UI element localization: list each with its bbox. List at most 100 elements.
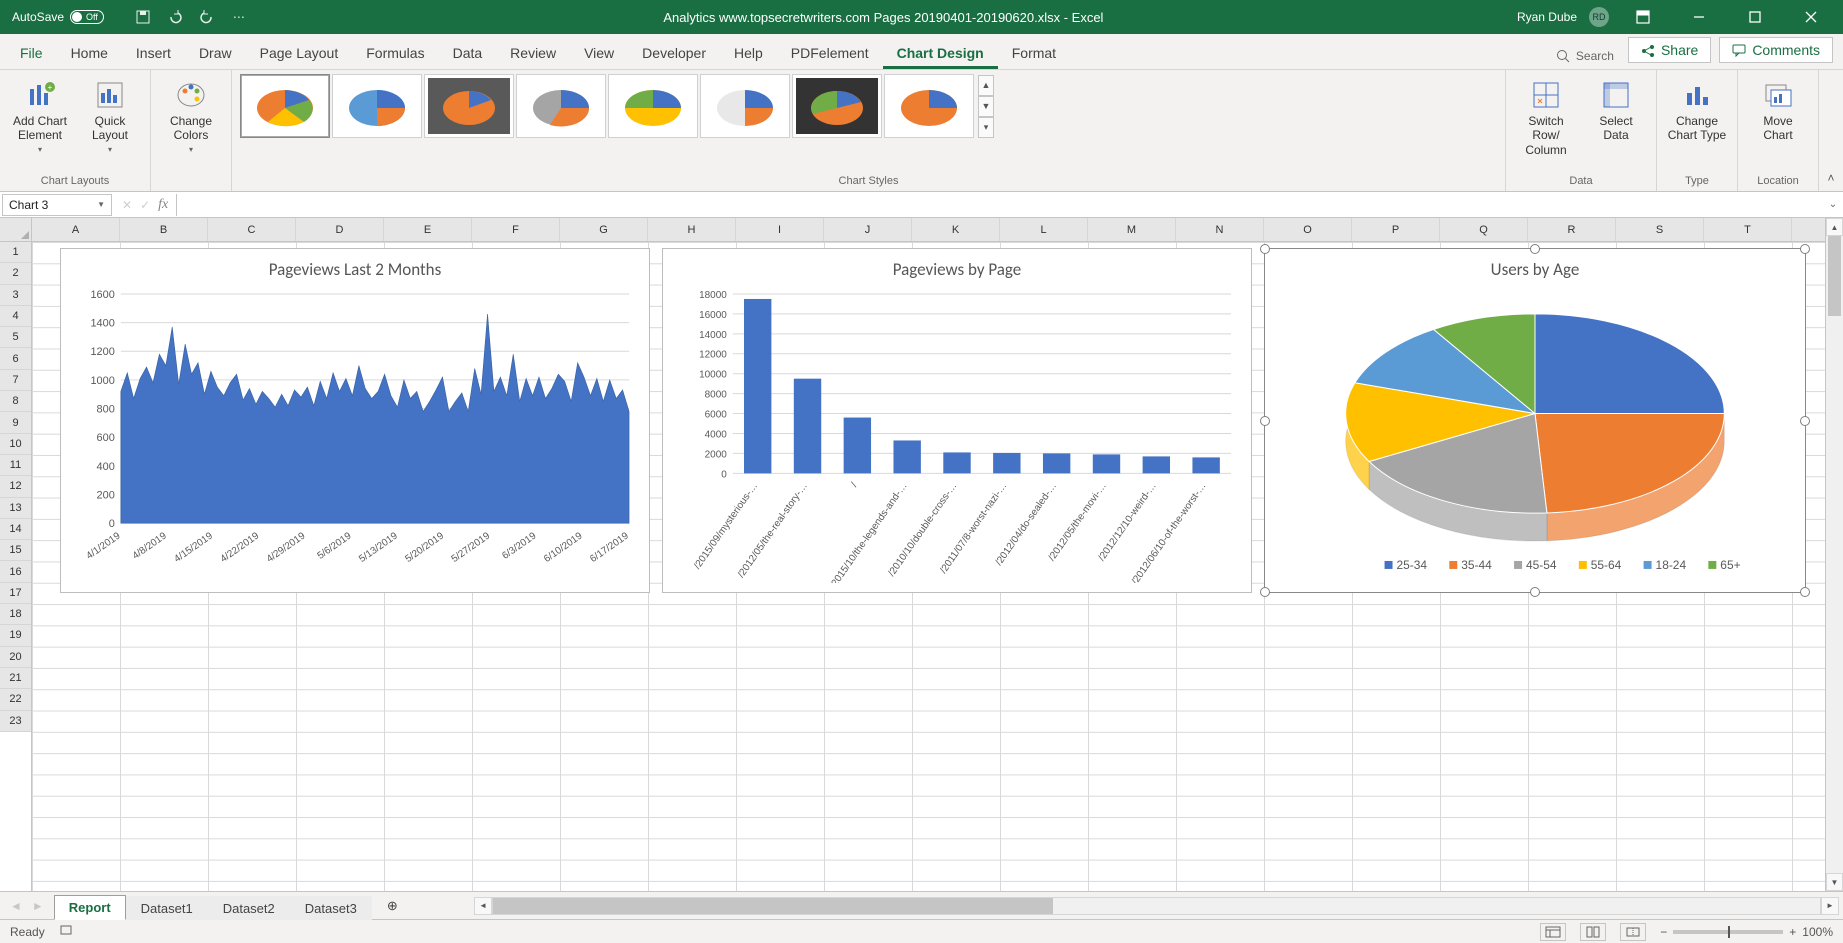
collapse-ribbon-icon[interactable]: ˄ (1819, 70, 1843, 191)
chart-styles-gallery[interactable]: ▲ ▼ ▾ (240, 74, 994, 138)
expand-formula-icon[interactable]: ⌄ (1823, 199, 1843, 210)
zoom-in-icon[interactable]: + (1789, 925, 1796, 939)
ribbon-display-icon[interactable] (1621, 0, 1665, 34)
row-header[interactable]: 3 (0, 285, 31, 306)
scroll-right-icon[interactable]: ► (1821, 897, 1839, 915)
cells[interactable]: Pageviews Last 2 Months 0200400600800100… (32, 242, 1825, 891)
row-header[interactable]: 10 (0, 434, 31, 455)
close-icon[interactable] (1789, 0, 1833, 34)
col-header[interactable]: P (1352, 218, 1440, 241)
chart-pageviews-by-page[interactable]: Pageviews by Page 0200040006000800010000… (662, 248, 1252, 593)
page-break-view-icon[interactable] (1620, 923, 1646, 941)
style-thumb-6[interactable] (700, 74, 790, 138)
col-header[interactable]: G (560, 218, 648, 241)
zoom-control[interactable]: − + 100% (1660, 925, 1833, 939)
chart-users-by-age[interactable]: Users by Age 25-3435-4445-5455-6418-2465… (1264, 248, 1806, 593)
col-header[interactable]: E (384, 218, 472, 241)
style-thumb-8[interactable] (884, 74, 974, 138)
resize-handle[interactable] (1800, 244, 1810, 254)
vertical-scrollbar[interactable]: ▲ ▼ (1825, 218, 1843, 891)
row-header[interactable]: 15 (0, 540, 31, 561)
tab-page-layout[interactable]: Page Layout (246, 37, 353, 69)
row-header[interactable]: 9 (0, 412, 31, 433)
macro-record-icon[interactable] (59, 923, 73, 940)
resize-handle[interactable] (1260, 416, 1270, 426)
move-chart-button[interactable]: Move Chart (1746, 74, 1810, 143)
col-header[interactable]: R (1528, 218, 1616, 241)
zoom-percent[interactable]: 100% (1802, 925, 1833, 939)
row-header[interactable]: 18 (0, 604, 31, 625)
sheet-nav-first-icon[interactable]: ◄ (10, 899, 22, 913)
row-header[interactable]: 16 (0, 561, 31, 582)
row-header[interactable]: 14 (0, 519, 31, 540)
col-header[interactable]: B (120, 218, 208, 241)
row-header[interactable]: 8 (0, 391, 31, 412)
row-header[interactable]: 6 (0, 348, 31, 369)
redo-icon[interactable] (196, 6, 218, 28)
share-button[interactable]: Share (1628, 37, 1711, 63)
row-header[interactable]: 1 (0, 242, 31, 263)
row-header[interactable]: 12 (0, 476, 31, 497)
row-headers[interactable]: 1234567891011121314151617181920212223 (0, 218, 32, 891)
style-thumb-2[interactable] (332, 74, 422, 138)
col-header[interactable]: A (32, 218, 120, 241)
worksheet-grid[interactable]: 1234567891011121314151617181920212223 AB… (0, 218, 1843, 891)
resize-handle[interactable] (1530, 244, 1540, 254)
row-header[interactable]: 23 (0, 711, 31, 732)
undo-icon[interactable] (164, 6, 186, 28)
page-layout-view-icon[interactable] (1580, 923, 1606, 941)
sheet-tab-dataset3[interactable]: Dataset3 (290, 896, 372, 920)
tab-format[interactable]: Format (998, 37, 1070, 69)
style-thumb-1[interactable] (240, 74, 330, 138)
row-header[interactable]: 4 (0, 306, 31, 327)
gallery-up-icon[interactable]: ▲ (978, 75, 994, 96)
row-header[interactable]: 20 (0, 647, 31, 668)
row-header[interactable]: 22 (0, 689, 31, 710)
new-sheet-button[interactable]: ⊕ (372, 893, 402, 920)
col-header[interactable]: Q (1440, 218, 1528, 241)
row-header[interactable]: 11 (0, 455, 31, 476)
tab-formulas[interactable]: Formulas (352, 37, 438, 69)
add-chart-element-button[interactable]: + Add Chart Element ▾ (8, 74, 72, 154)
resize-handle[interactable] (1800, 416, 1810, 426)
fx-icon[interactable]: fx (158, 197, 168, 213)
scroll-up-icon[interactable]: ▲ (1826, 218, 1843, 236)
normal-view-icon[interactable] (1540, 923, 1566, 941)
col-header[interactable]: L (1000, 218, 1088, 241)
resize-handle[interactable] (1530, 587, 1540, 597)
maximize-icon[interactable] (1733, 0, 1777, 34)
minimize-icon[interactable] (1677, 0, 1721, 34)
style-thumb-3[interactable] (424, 74, 514, 138)
tab-data[interactable]: Data (439, 37, 497, 69)
col-header[interactable]: C (208, 218, 296, 241)
tab-pdfelement[interactable]: PDFelement (777, 37, 883, 69)
col-header[interactable]: D (296, 218, 384, 241)
style-thumb-7[interactable] (792, 74, 882, 138)
gallery-more-icon[interactable]: ▾ (978, 117, 994, 138)
sheet-tab-dataset2[interactable]: Dataset2 (208, 896, 290, 920)
gallery-down-icon[interactable]: ▼ (978, 96, 994, 117)
select-data-button[interactable]: Select Data (1584, 74, 1648, 143)
user-name[interactable]: Ryan Dube (1517, 10, 1577, 24)
col-header[interactable]: S (1616, 218, 1704, 241)
row-header[interactable]: 5 (0, 327, 31, 348)
scroll-down-icon[interactable]: ▼ (1826, 873, 1843, 891)
tab-view[interactable]: View (570, 37, 628, 69)
style-thumb-4[interactable] (516, 74, 606, 138)
col-header[interactable]: M (1088, 218, 1176, 241)
sheet-tab-report[interactable]: Report (54, 895, 126, 920)
row-header[interactable]: 13 (0, 498, 31, 519)
user-avatar[interactable]: RD (1589, 7, 1609, 27)
col-header[interactable]: T (1704, 218, 1792, 241)
col-header[interactable]: J (824, 218, 912, 241)
tab-draw[interactable]: Draw (185, 37, 246, 69)
scroll-thumb[interactable] (1828, 236, 1841, 316)
change-chart-type-button[interactable]: Change Chart Type (1665, 74, 1729, 143)
scroll-left-icon[interactable]: ◄ (474, 897, 492, 915)
resize-handle[interactable] (1800, 587, 1810, 597)
col-header[interactable]: I (736, 218, 824, 241)
sheet-tab-dataset1[interactable]: Dataset1 (126, 896, 208, 920)
cancel-formula-icon[interactable]: ✕ (122, 198, 132, 212)
tab-insert[interactable]: Insert (122, 37, 185, 69)
style-thumb-5[interactable] (608, 74, 698, 138)
